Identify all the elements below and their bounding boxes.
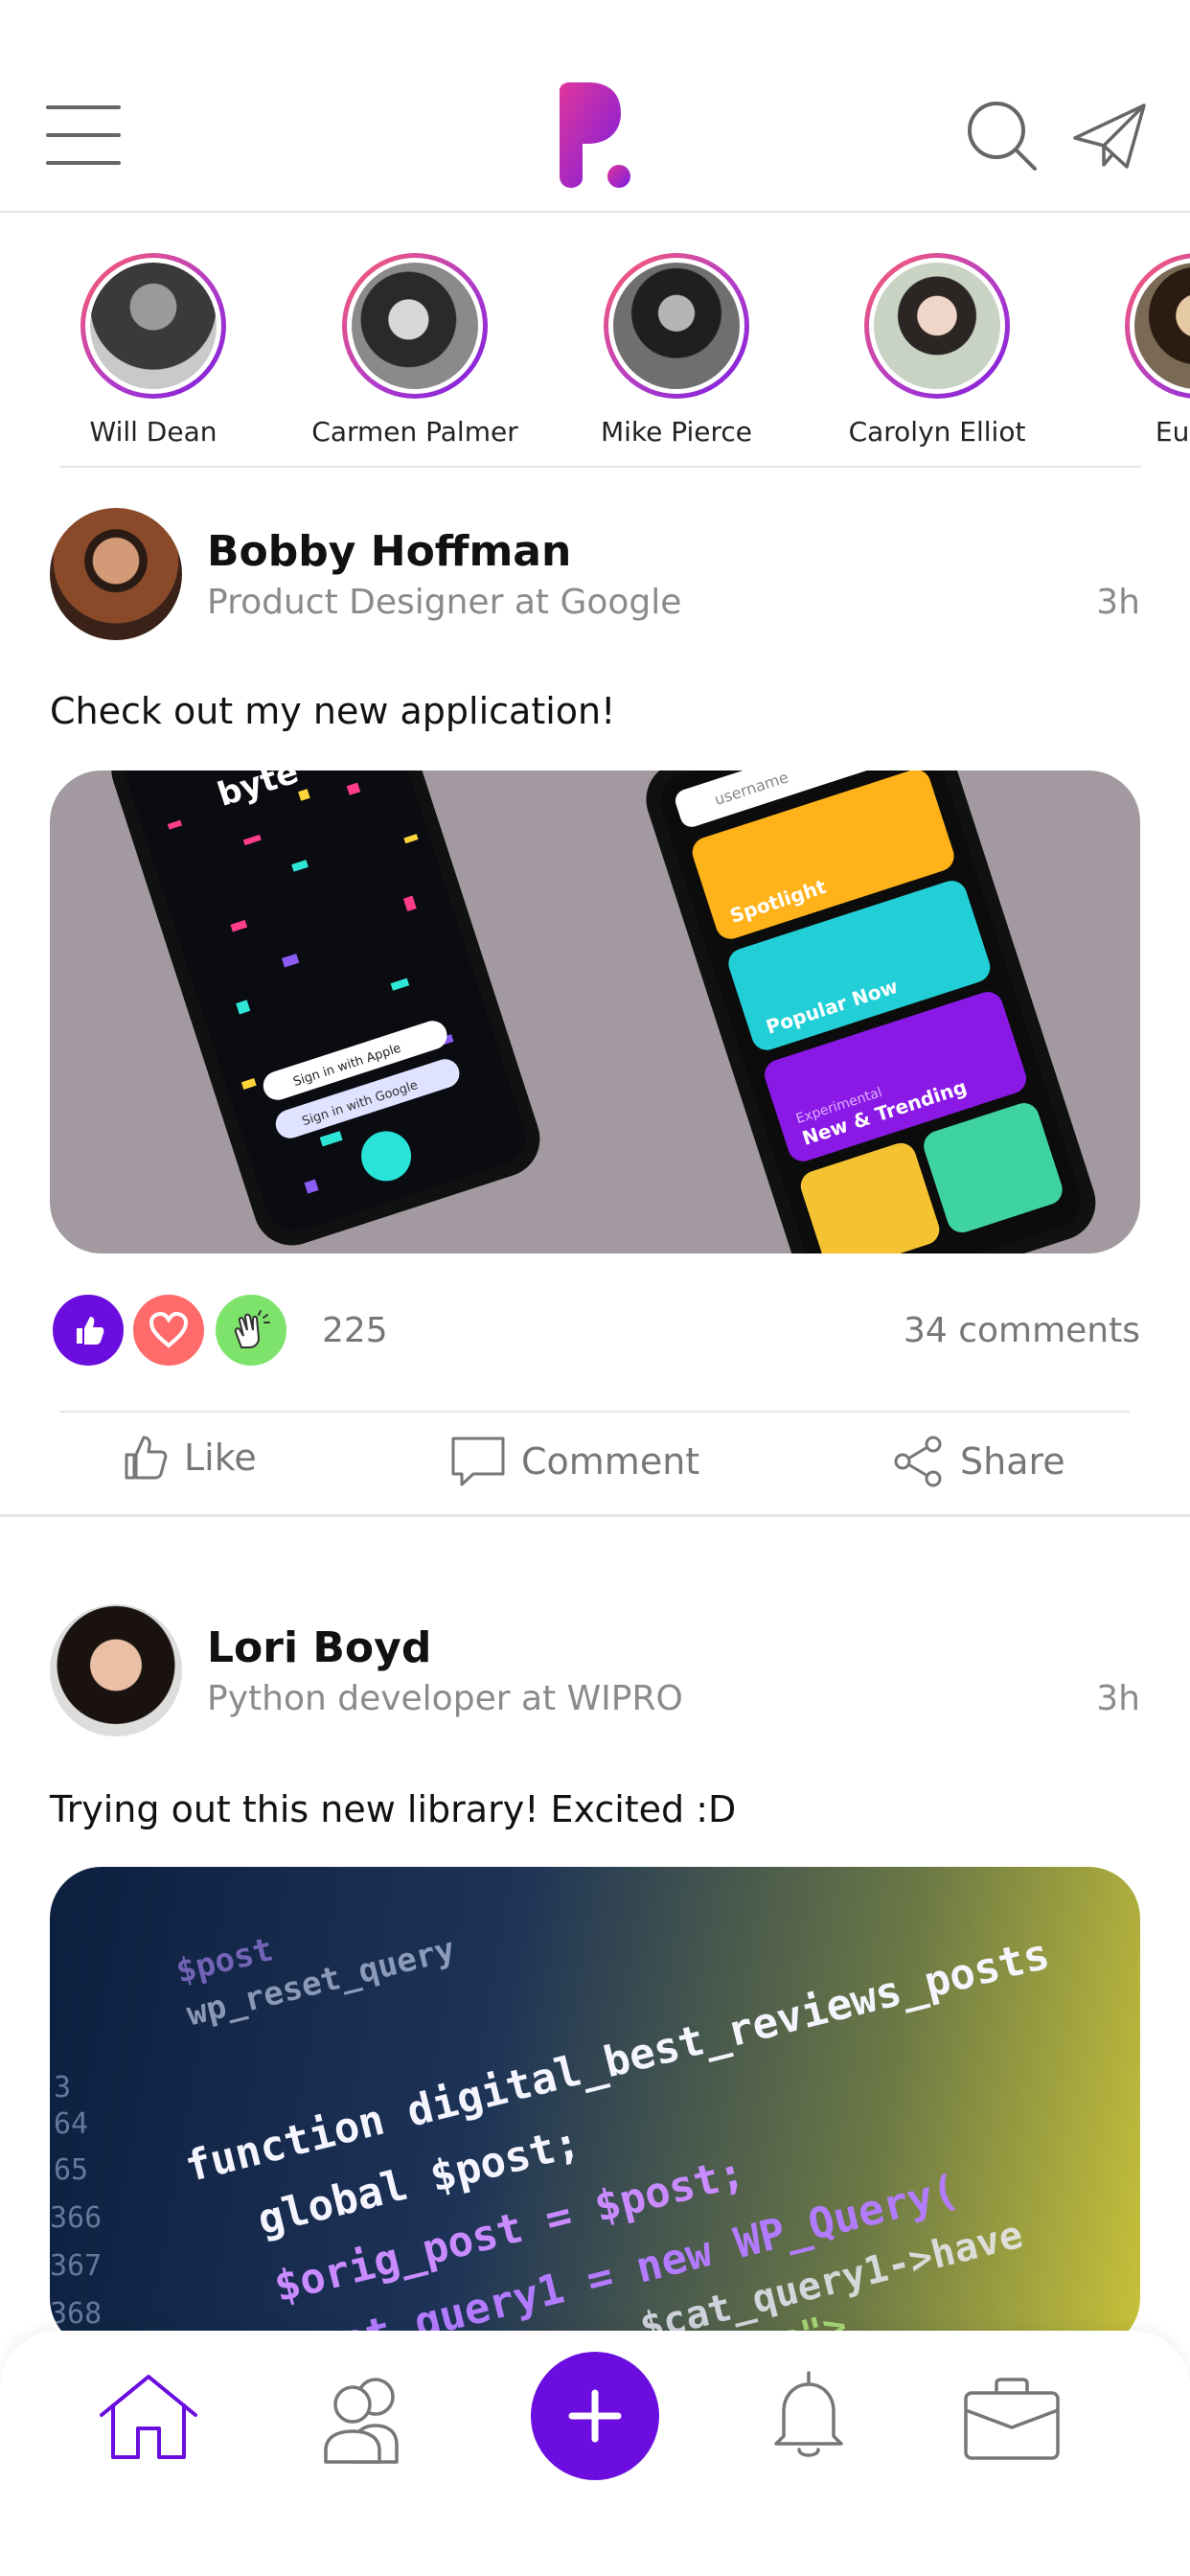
story-item[interactable]: Carolyn Elliot bbox=[822, 253, 1052, 448]
line-number: 64 bbox=[54, 2107, 88, 2141]
story-avatar-ring bbox=[1125, 253, 1190, 399]
author-name[interactable]: Bobby Hoffman bbox=[207, 527, 571, 576]
story-item[interactable]: Carmen Palmer bbox=[300, 253, 530, 448]
story-avatar-ring bbox=[604, 253, 749, 399]
post-card: Lori Boyd Python developer at WIPRO 3h T… bbox=[0, 1572, 1190, 2350]
author-role: Product Designer at Google bbox=[207, 583, 682, 622]
hamburger-menu-icon[interactable] bbox=[46, 105, 121, 165]
like-button[interactable]: Like bbox=[123, 1434, 257, 1482]
story-name: Will Dean bbox=[89, 416, 217, 448]
home-tab[interactable] bbox=[96, 2369, 201, 2465]
post-time: 3h bbox=[1096, 1679, 1140, 1718]
share-label: Share bbox=[960, 1440, 1065, 1483]
story-name: Eugen bbox=[1155, 416, 1190, 448]
search-icon[interactable] bbox=[966, 100, 1039, 172]
post-image[interactable]: $post wp_reset_query function digital_be… bbox=[50, 1867, 1140, 2350]
briefcase-icon bbox=[964, 2378, 1060, 2460]
people-tab[interactable] bbox=[320, 2371, 410, 2467]
story-name: Carmen Palmer bbox=[311, 416, 518, 448]
story-name: Carolyn Elliot bbox=[848, 416, 1026, 448]
story-item[interactable]: Eugen bbox=[1083, 253, 1190, 448]
story-item[interactable]: Mike Pierce bbox=[561, 253, 791, 448]
story-avatar bbox=[1134, 263, 1190, 389]
plus-icon bbox=[568, 2389, 622, 2443]
divider bbox=[59, 1411, 1131, 1413]
phones-mockup-illustration: byte Sign in with Apple Sign in with Goo… bbox=[111, 770, 1096, 1254]
comment-label: Comment bbox=[521, 1440, 700, 1483]
line-number: 367 bbox=[50, 2249, 102, 2283]
story-avatar-ring bbox=[864, 253, 1010, 399]
post-text: Trying out this new library! Excited :D bbox=[50, 1788, 737, 1830]
top-bar bbox=[0, 0, 1190, 213]
author-avatar[interactable] bbox=[50, 508, 182, 640]
clap-reaction-icon bbox=[213, 1292, 289, 1368]
story-avatar-ring bbox=[80, 253, 226, 399]
comment-button[interactable]: Comment bbox=[450, 1436, 699, 1487]
app-logo bbox=[560, 82, 630, 188]
home-icon bbox=[100, 2375, 197, 2459]
comments-count[interactable]: 34 comments bbox=[904, 1311, 1140, 1350]
bell-icon bbox=[774, 2371, 843, 2457]
story-avatar bbox=[90, 263, 217, 389]
share-icon bbox=[894, 1436, 942, 1487]
code-screen-illustration: $post wp_reset_query function digital_be… bbox=[50, 1930, 1054, 2350]
thumbs-up-icon bbox=[125, 1436, 168, 1480]
comment-icon bbox=[451, 1437, 505, 1486]
divider bbox=[59, 466, 1142, 468]
post-card: Bobby Hoffman Product Designer at Google… bbox=[0, 470, 1190, 1516]
post-text: Check out my new application! bbox=[50, 690, 616, 732]
share-button[interactable]: Share bbox=[893, 1436, 1065, 1487]
line-number: 65 bbox=[54, 2153, 88, 2187]
story-avatar bbox=[613, 263, 740, 389]
story-avatar bbox=[874, 263, 1000, 389]
notifications-tab[interactable] bbox=[767, 2367, 851, 2467]
story-item[interactable]: Will Dean bbox=[38, 253, 268, 448]
story-avatar bbox=[352, 263, 478, 389]
like-label: Like bbox=[184, 1437, 257, 1479]
reaction-count[interactable]: 225 bbox=[322, 1311, 388, 1350]
post-time: 3h bbox=[1096, 583, 1140, 622]
line-number: 368 bbox=[50, 2297, 102, 2331]
author-role: Python developer at WIPRO bbox=[207, 1679, 683, 1718]
like-reaction-icon bbox=[50, 1292, 126, 1368]
paper-plane-icon[interactable] bbox=[1071, 102, 1148, 171]
author-name[interactable]: Lori Boyd bbox=[207, 1623, 431, 1672]
story-avatar-ring bbox=[342, 253, 488, 399]
story-name: Mike Pierce bbox=[600, 416, 753, 448]
people-icon bbox=[324, 2378, 399, 2464]
create-post-button[interactable] bbox=[531, 2352, 659, 2480]
heart-reaction-icon bbox=[130, 1292, 207, 1368]
post-image[interactable]: byte Sign in with Apple Sign in with Goo… bbox=[50, 770, 1140, 1254]
author-avatar[interactable] bbox=[50, 1604, 182, 1736]
line-number: 3 bbox=[54, 2071, 71, 2104]
line-number: 366 bbox=[50, 2201, 102, 2235]
stories-row: Will Dean Carmen Palmer Mike Pierce Caro… bbox=[0, 213, 1190, 470]
bottom-navigation bbox=[0, 2331, 1190, 2576]
post-divider bbox=[0, 1514, 1190, 1517]
jobs-tab[interactable] bbox=[962, 2375, 1062, 2463]
reactions-group[interactable] bbox=[50, 1292, 299, 1370]
